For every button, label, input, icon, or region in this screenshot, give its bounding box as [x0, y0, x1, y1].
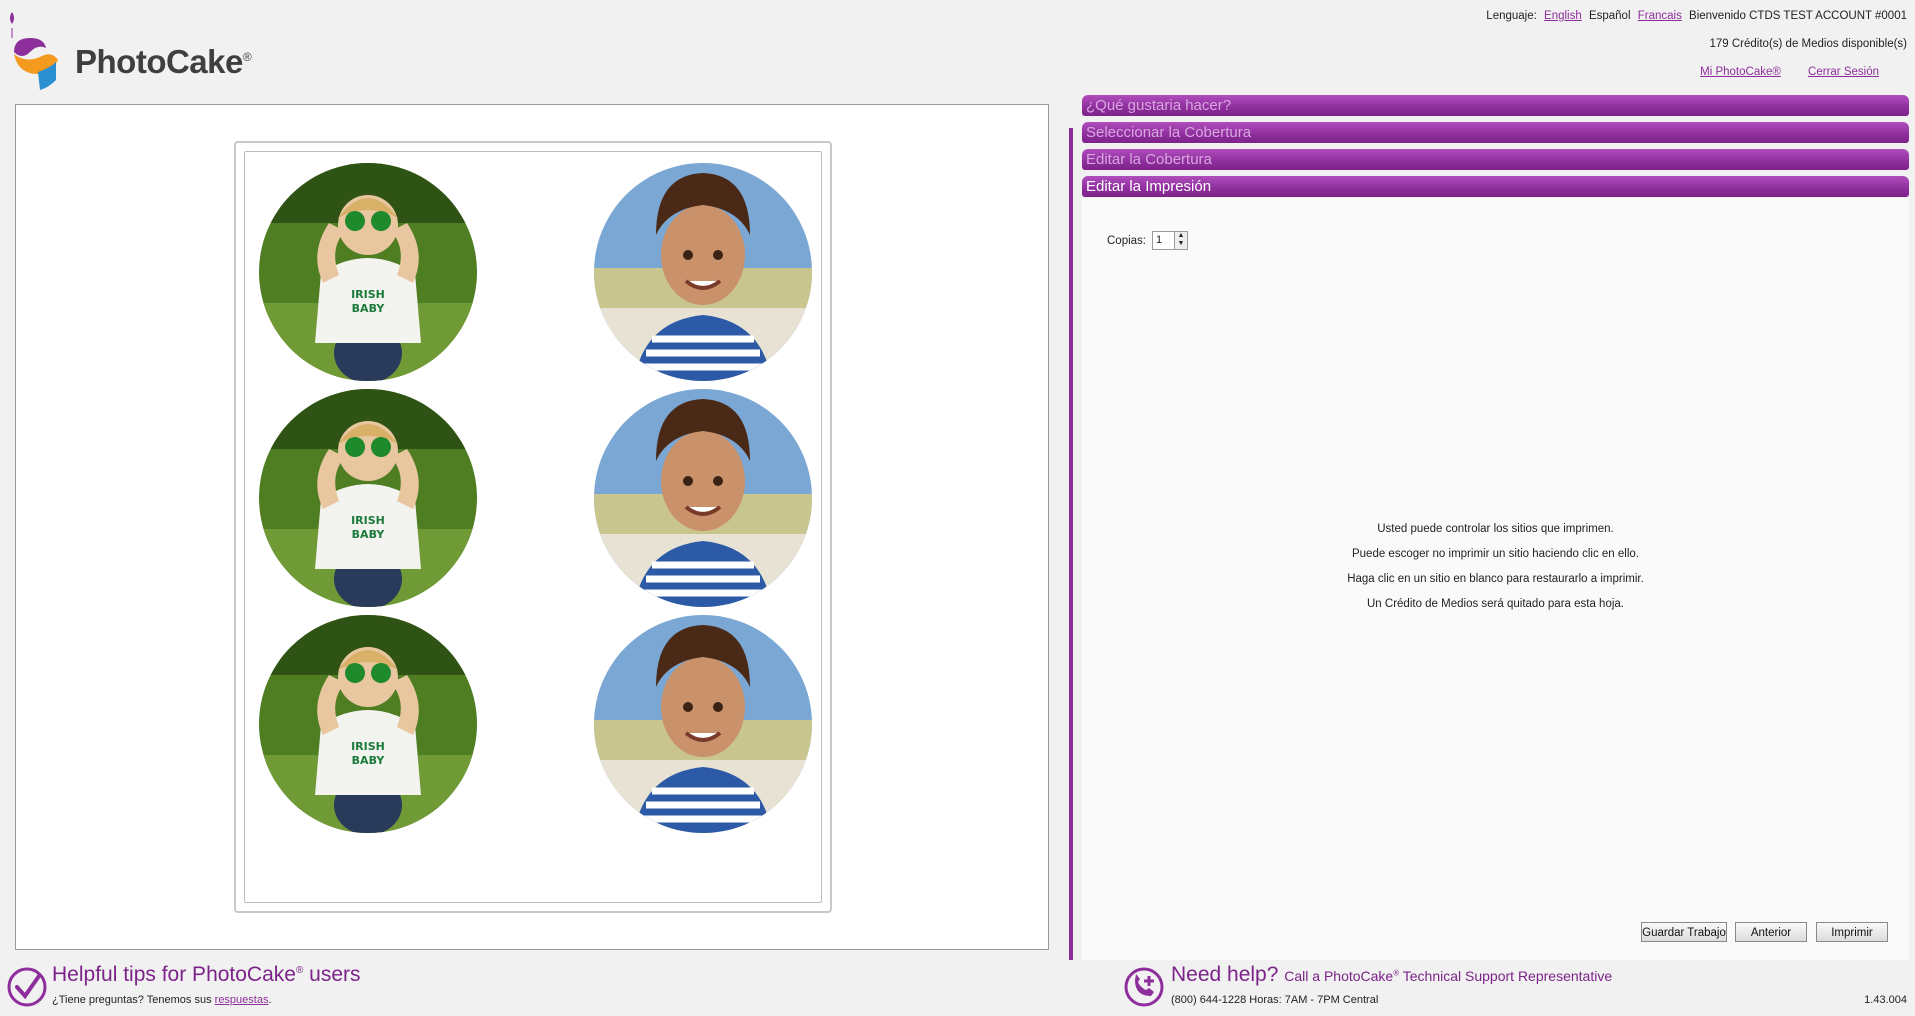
welcome-text: Bienvenido CTDS TEST ACCOUNT #0001 — [1689, 10, 1907, 22]
previous-button[interactable]: Anterior — [1735, 922, 1807, 942]
svg-text:IRISH: IRISH — [351, 514, 385, 527]
logout-link[interactable]: Cerrar Sesión — [1808, 66, 1879, 78]
help-title: Need help? Call a PhotoCake® Technical S… — [1171, 963, 1613, 986]
save-job-button[interactable]: Guardar Trabajo — [1641, 922, 1727, 942]
my-photocake-link[interactable]: Mi PhotoCake® — [1700, 66, 1781, 78]
svg-text:BABY: BABY — [352, 528, 386, 541]
boy-photo — [594, 615, 812, 833]
print-site-4[interactable] — [594, 389, 812, 607]
print-site-1[interactable]: IRISH BABY — [259, 163, 477, 381]
copies-value[interactable]: 1 — [1153, 232, 1174, 249]
print-site-3[interactable]: IRISH BABY — [259, 389, 477, 607]
boy-photo — [594, 163, 812, 381]
spin-down-icon[interactable]: ▼ — [1175, 240, 1187, 248]
info-line: Usted puede controlar los sitios que imp… — [1377, 523, 1614, 535]
phone-support-icon — [1124, 967, 1164, 1007]
info-line: Un Crédito de Medios será quitado para e… — [1367, 598, 1624, 610]
copies-spin-buttons[interactable]: ▲ ▼ — [1174, 232, 1187, 249]
copies-label: Copias: — [1107, 234, 1146, 247]
panel-divider — [1069, 128, 1073, 960]
copies-stepper[interactable]: 1 ▲ ▼ — [1152, 231, 1188, 250]
accordion-select-topping[interactable]: Seleccionar la Cobertura — [1082, 122, 1909, 143]
language-label: Lenguaje: — [1486, 10, 1537, 22]
tips-title: Helpful tips for PhotoCake® users — [52, 963, 361, 986]
girl-photo: IRISH BABY — [259, 163, 477, 381]
checkmark-icon — [7, 967, 47, 1007]
accordion-what-to-do[interactable]: ¿Qué gustaria hacer? — [1082, 95, 1909, 116]
language-selector: Lenguaje: English Español Francais Bienv… — [1482, 10, 1907, 22]
copies-control: Copias: 1 ▲ ▼ — [1107, 231, 1188, 250]
brand-name: PhotoCake® — [75, 43, 252, 80]
boy-photo — [594, 389, 812, 607]
spin-up-icon[interactable]: ▲ — [1175, 232, 1187, 240]
print-site-5[interactable]: IRISH BABY — [259, 615, 477, 833]
language-link-francais[interactable]: Francais — [1638, 10, 1682, 22]
accordion-edit-print[interactable]: Editar la Impresión — [1082, 176, 1909, 197]
girl-photo: IRISH BABY — [259, 389, 477, 607]
print-site-2[interactable] — [594, 163, 812, 381]
support-contact: (800) 644-1228 Horas: 7AM - 7PM Central — [1171, 994, 1379, 1006]
svg-text:IRISH: IRISH — [351, 740, 385, 753]
svg-text:BABY: BABY — [352, 302, 386, 315]
tips-subtitle: ¿Tiene preguntas? Tenemos sus respuestas… — [52, 994, 272, 1006]
svg-text:BABY: BABY — [352, 754, 386, 767]
photocake-logo: PhotoCake® — [8, 8, 268, 92]
photocake-logo-mark-icon — [10, 12, 58, 90]
print-sheet: IRISH BABY IRISH BABY IRISH BABY — [234, 141, 832, 913]
media-credits-text: 179 Crédito(s) de Medios disponible(s) — [1709, 38, 1907, 50]
svg-text:IRISH: IRISH — [351, 288, 385, 301]
language-current-espanol: Español — [1588, 10, 1631, 22]
version-number: 1.43.004 — [1864, 994, 1907, 1006]
account-links: Mi PhotoCake® Cerrar Sesión — [1676, 66, 1879, 78]
language-link-english[interactable]: English — [1544, 10, 1582, 22]
print-site-6[interactable] — [594, 615, 812, 833]
print-preview-panel: IRISH BABY IRISH BABY IRISH BABY — [15, 104, 1049, 950]
answers-link[interactable]: respuestas — [215, 994, 269, 1006]
print-button[interactable]: Imprimir — [1816, 922, 1888, 942]
girl-photo: IRISH BABY — [259, 615, 477, 833]
info-line: Puede escoger no imprimir un sitio hacie… — [1351, 548, 1639, 560]
info-line: Haga clic en un sitio en blanco para res… — [1347, 573, 1644, 585]
accordion-edit-topping[interactable]: Editar la Cobertura — [1082, 149, 1909, 170]
